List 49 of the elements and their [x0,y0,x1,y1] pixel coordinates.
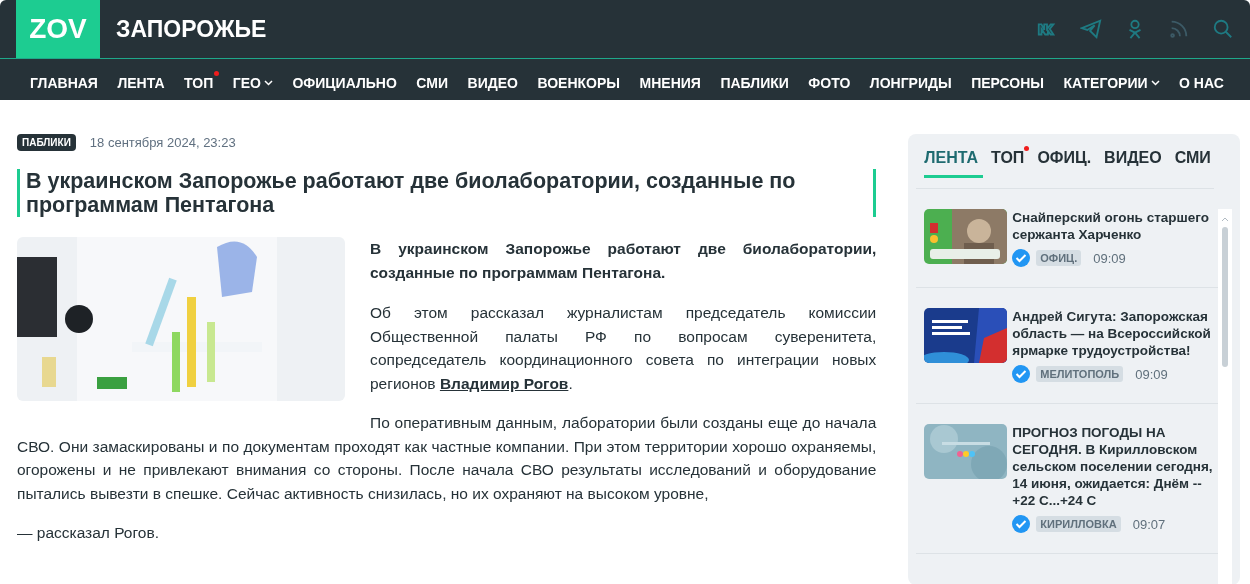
news-time: 09:09 [1093,250,1126,266]
scrollbar[interactable] [1218,209,1232,584]
article-paragraph: Об этом рассказал журналистам председатель комиссии Общественной палаты РФ по вопросам суверенитета, сопредседатель координационного совета по интеграции новых регионов Владимир Рогов. [370,303,877,394]
nav-link[interactable]: КАТЕГОРИИ [1063,68,1166,91]
source-tag[interactable]: МЕЛИТОПОЛЬ [1036,366,1124,382]
news-time: 09:09 [1135,366,1168,382]
source-tag[interactable]: КИРИЛЛОВКА [1036,516,1121,532]
nav-link[interactable]: ВОЕНКОРЫ [537,68,626,91]
nav-link[interactable]: ФОТО [808,68,857,91]
source-tag[interactable]: ОФИЦ. [1036,250,1082,266]
chevron-down-icon [263,79,273,86]
article-paragraph: — рассказал Рогов. [17,523,160,543]
sidebar-tab[interactable]: ОФИЦ. [1037,146,1097,178]
nav-link[interactable]: ГЕО [232,68,279,91]
rss-icon[interactable] [1168,18,1190,40]
nav-link[interactable]: ТОП [184,68,220,91]
news-title[interactable]: ПРОГНОЗ ПОГОДЫ НА СЕГОДНЯ. В Кирилловском сельском поселении сегодня, 14 июня, ожидается: Днём -- +22 С...+24 С [1012,424,1218,509]
new-dot [1024,146,1030,151]
nav-link[interactable]: МНЕНИЯ [639,68,707,91]
nav-link[interactable]: ОФИЦИАЛЬНО [292,68,403,91]
chevron-down-icon [1150,79,1160,86]
person-link[interactable]: Владимир Рогов [439,374,569,392]
sidebar-tab[interactable]: ВИДЕО [1104,146,1167,178]
nav-link[interactable]: ПЕРСОНЫ [971,68,1051,91]
nav-link[interactable]: СМИ [416,68,454,91]
sidebar-tab[interactable]: ТОП [991,146,1030,178]
nav-link[interactable]: ВИДЕО [467,68,524,91]
search-icon[interactable] [1212,18,1234,40]
article-paragraph: По оперативным данным, лаборатории были созданы еще до начала СВО. Они замаскированы и по документам проходят как частные компании. При этом территории хорошо охраняемы, огорожены и не привлекают внимания со стороны. После начала СВО результаты исследований и оборудование пытались вывезти в спешке. Сейчас активность снизилась, но их охраняют на высоком уровне, [17,413,877,504]
verified-check-icon [1012,515,1031,533]
article-title: В украинском Запорожье работают две биолаборатории, созданные по программам Пентагона [17,169,877,217]
article-lead: В украинском Запорожье работают две биолаборатории, созданные по программам Пентагона. [370,239,877,283]
sidebar-tab[interactable]: ЛЕНТА [924,146,984,178]
paper-plane-icon[interactable] [1080,18,1102,40]
verified-check-icon [1012,249,1031,267]
verified-check-icon [1012,365,1031,383]
sidebar-tab[interactable]: СМИ [1174,146,1216,178]
nav-link[interactable]: ЛОНГРИДЫ [869,68,958,91]
nav-link[interactable]: О НАС [1179,68,1230,91]
nav-link[interactable]: ПАБЛИКИ [720,68,795,91]
news-time: 09:07 [1132,516,1166,532]
publish-date: 18 сентября 2024, 23:23 [89,135,236,150]
nav-link[interactable]: ЛЕНТА [117,68,171,91]
new-dot [214,70,220,76]
site-title: ЗАПОРОЖЬЕ [116,15,268,43]
news-title[interactable]: Андрей Сигута: Запорожская область — на Всероссийской ярмарке трудоустройства! [1012,308,1218,359]
nav-link[interactable]: ГЛАВНАЯ [30,68,104,91]
news-title[interactable]: Снайперский огонь старшего сержанта Харченко [1012,209,1218,243]
category-tag[interactable]: ПАБЛИКИ [17,134,76,151]
